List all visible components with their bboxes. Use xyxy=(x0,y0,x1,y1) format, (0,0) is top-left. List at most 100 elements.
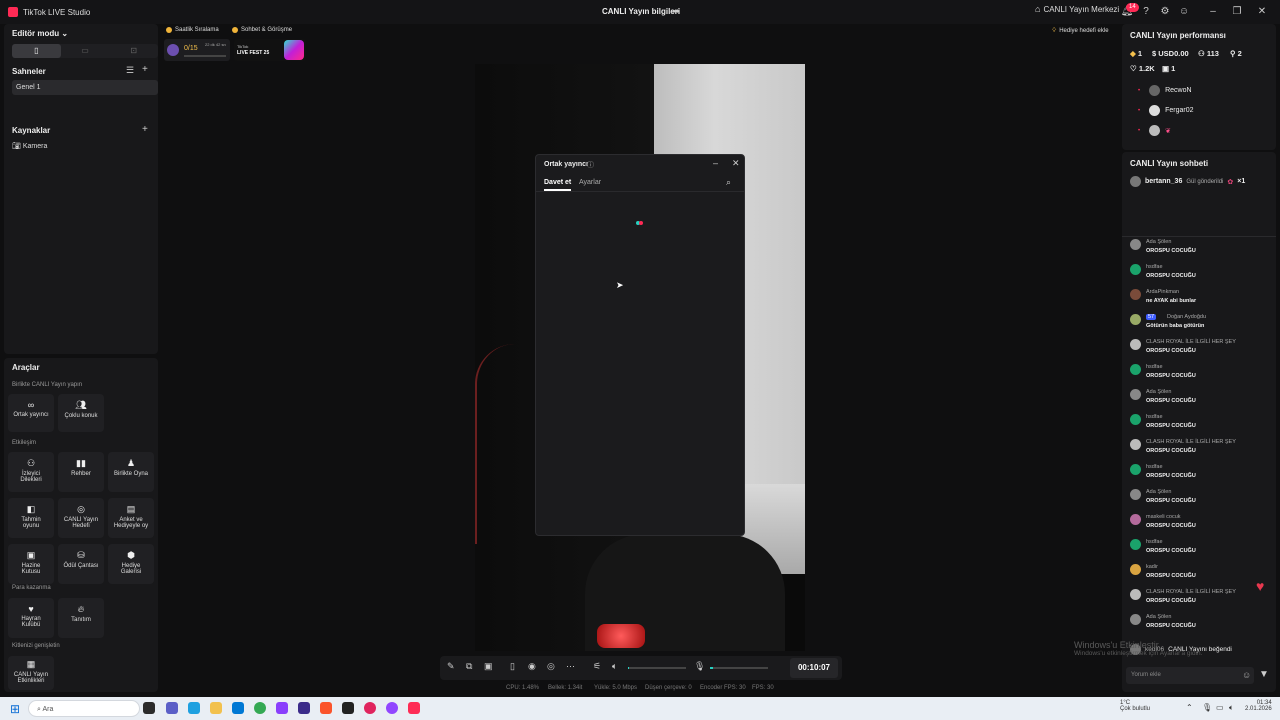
treasure-box-tool[interactable]: ▣ Hazine Kutusu xyxy=(8,544,54,584)
app-icon[interactable] xyxy=(276,702,288,714)
tab-settings[interactable]: Ayarlar xyxy=(579,179,601,186)
restore-icon[interactable]: ❐ xyxy=(1230,5,1244,19)
avatar[interactable] xyxy=(1130,389,1141,400)
add-scene-icon[interactable]: + xyxy=(142,64,148,75)
source-item-camera[interactable]: 📷︎ Kamera xyxy=(12,142,47,150)
windows-start-icon[interactable]: ⊞ xyxy=(10,702,20,716)
volume-slider[interactable] xyxy=(628,667,686,669)
live-center-button[interactable]: ⌂ CANLI Yayın Merkezi xyxy=(1035,4,1119,14)
file-explorer-icon[interactable] xyxy=(210,702,222,714)
search-icon[interactable]: ⌕ xyxy=(726,177,731,188)
chat-username[interactable]: Ada Şölen xyxy=(1146,489,1171,495)
app-icon-2[interactable] xyxy=(364,702,376,714)
avatar[interactable] xyxy=(1130,589,1141,600)
more-icon[interactable]: ⋯ xyxy=(566,661,575,672)
avatar[interactable] xyxy=(1130,339,1141,350)
chat-meet-tab[interactable]: Sohbet & Görüşme xyxy=(232,24,292,36)
network-icon[interactable]: ▭ xyxy=(1216,703,1224,712)
share-icon[interactable]: ➦ xyxy=(672,6,680,17)
speaker-icon[interactable]: 🔈︎ xyxy=(612,661,617,672)
avatar[interactable] xyxy=(1130,364,1141,375)
scene-item[interactable]: Genel 1 xyxy=(12,80,158,95)
chat-username[interactable]: Ada Şölen xyxy=(1146,389,1171,395)
live-info-title[interactable]: CANLI Yayın bilgileri xyxy=(602,7,680,16)
avatar[interactable] xyxy=(1130,289,1141,300)
screen-icon[interactable]: ▣ xyxy=(484,661,493,672)
avatar[interactable]: ☺ xyxy=(1177,5,1191,19)
avatar[interactable] xyxy=(1130,439,1141,450)
obs-icon[interactable] xyxy=(386,702,398,714)
gift-gallery-tool[interactable]: ⬢ Hediye Galerisi xyxy=(108,544,154,584)
gift-goal-button[interactable]: 💡︎ Hediye hedefi ekle xyxy=(1052,25,1109,37)
chat-username[interactable]: hsdfae xyxy=(1146,539,1163,545)
mic-slider[interactable] xyxy=(710,667,768,669)
help-circle-icon[interactable]: ⓘ xyxy=(587,160,594,170)
store-icon[interactable] xyxy=(232,702,244,714)
record-icon[interactable]: ◉ xyxy=(528,661,536,672)
cohost-tool[interactable]: ∞ Ortak yayıncı xyxy=(8,394,54,432)
chat-username[interactable]: maskeli cocuk xyxy=(1146,514,1181,520)
avatar[interactable] xyxy=(1130,489,1141,500)
avatar[interactable] xyxy=(1130,564,1141,575)
task-view-icon[interactable] xyxy=(143,702,155,714)
lock-mode-icon[interactable]: ⊡ xyxy=(109,44,158,58)
avatar[interactable] xyxy=(1130,539,1141,550)
chat-username[interactable]: Ada Şölen xyxy=(1146,239,1171,245)
fan-club-tool[interactable]: ♥ Hayran Kulübü xyxy=(8,598,54,638)
chat-username[interactable]: Ada Şölen xyxy=(1146,614,1171,620)
microphone-icon[interactable]: 🎙︎ xyxy=(694,661,705,672)
portrait-mode-icon[interactable]: ▯ xyxy=(12,44,61,58)
weather-widget[interactable]: 1°C Çok bulutlu xyxy=(1120,700,1150,712)
portrait-icon[interactable]: ▯ xyxy=(510,661,515,672)
minimize-icon[interactable]: – xyxy=(713,158,718,168)
tiktok-studio-icon[interactable] xyxy=(408,702,420,714)
avatar[interactable] xyxy=(1130,614,1141,625)
landscape-mode-icon[interactable]: ▭ xyxy=(61,44,110,58)
guide-tool[interactable]: ▮▮ Rehber xyxy=(58,452,104,492)
live-events-tool[interactable]: ▦ CANLI Yayın Etkinlikleri xyxy=(8,656,54,690)
avatar[interactable] xyxy=(1130,464,1141,475)
chrome-icon[interactable] xyxy=(254,702,266,714)
editor-mode-dropdown[interactable]: Editör modu ⌄ xyxy=(12,29,68,38)
capture-icon[interactable]: ◎ xyxy=(547,661,555,672)
help-icon[interactable]: ? xyxy=(1139,5,1153,19)
ranking-widget[interactable]: 0/15 22 dk 42 sn xyxy=(164,39,230,61)
prediction-tool[interactable]: ◧ Tahmin oyunu xyxy=(8,498,54,538)
effects-icon[interactable]: ✎ xyxy=(447,661,455,672)
chat-username[interactable]: hsdfae xyxy=(1146,414,1163,420)
chat-app-icon[interactable] xyxy=(166,702,178,714)
ranking-item[interactable]: • ❦ xyxy=(1138,125,1171,136)
chat-username[interactable]: kadir xyxy=(1146,564,1158,570)
close-icon[interactable]: ✕ xyxy=(1255,5,1269,19)
ranking-item[interactable]: • Fergar02 xyxy=(1138,105,1194,116)
chat-username[interactable]: hsdfae xyxy=(1146,464,1163,470)
multi-guest-tool[interactable]: 👥︎ Çoklu konuk xyxy=(58,394,104,432)
emoji-icon[interactable]: ☺ xyxy=(1242,670,1251,680)
add-source-icon[interactable]: + xyxy=(142,124,148,135)
brave-icon[interactable] xyxy=(320,702,332,714)
list-icon[interactable]: ☰ xyxy=(126,65,134,76)
avatar[interactable] xyxy=(1130,314,1141,325)
close-icon[interactable]: ✕ xyxy=(732,158,740,169)
avatar[interactable] xyxy=(1130,414,1141,425)
mic-tray-icon[interactable]: 🎙︎ xyxy=(1202,703,1212,712)
chat-username[interactable]: ArdaPinkman xyxy=(1146,289,1179,295)
chat-username[interactable]: hsdfae xyxy=(1146,364,1163,370)
tray-chevron-icon[interactable]: ⌃ xyxy=(1186,703,1193,712)
layout-icon[interactable]: ⧉ xyxy=(466,661,472,672)
taskbar-search[interactable]: ⌕ Ara xyxy=(28,700,140,717)
promote-tool[interactable]: 🔥︎ Tanıtım xyxy=(58,598,104,638)
chat-username[interactable]: Doğan Aydoğdu xyxy=(1167,314,1206,320)
hourly-ranking-tab[interactable]: Saatlik Sıralama xyxy=(166,24,219,36)
minimize-icon[interactable]: – xyxy=(1206,5,1220,19)
live-goal-tool[interactable]: ◎ CANLI Yayın Hedefi xyxy=(58,498,104,538)
tab-invite[interactable]: Davet et xyxy=(544,179,572,191)
gear-icon[interactable]: ⚙ xyxy=(1158,5,1172,19)
copilot-icon[interactable] xyxy=(188,702,200,714)
photoshop-icon[interactable] xyxy=(298,702,310,714)
chat-username[interactable]: CLASH ROYAL İLE İLGİLİ HER ŞEY xyxy=(1146,589,1236,595)
viewer-wishes-tool[interactable]: ⚇ İzleyici Dilekleri xyxy=(8,452,54,492)
mixer-icon[interactable]: ⚟ xyxy=(593,661,601,672)
poll-tool[interactable]: ▤ Anket ve Hediyeyle oy xyxy=(108,498,154,538)
chat-username[interactable]: CLASH ROYAL İLE İLGİLİ HER ŞEY xyxy=(1146,439,1236,445)
